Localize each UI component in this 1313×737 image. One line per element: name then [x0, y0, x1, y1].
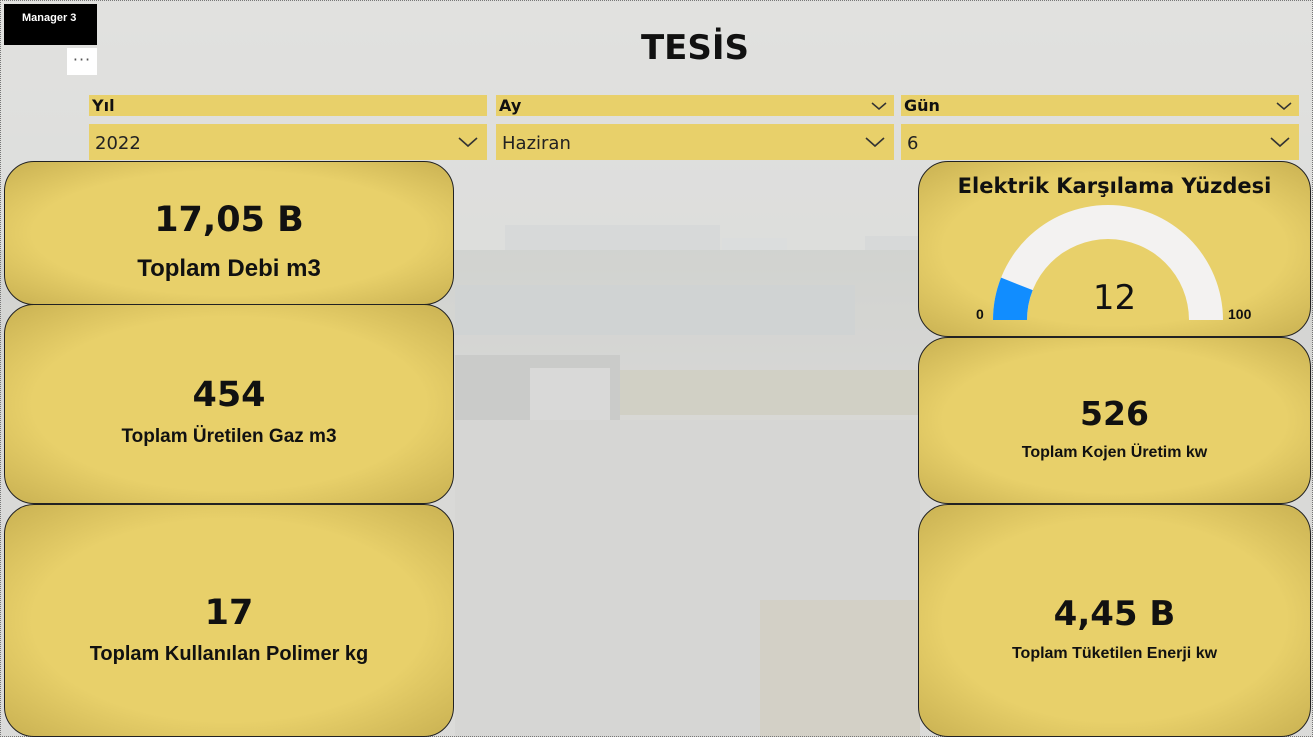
- kpi-card-enerji: 4,45 B Toplam Tüketilen Enerji kw: [918, 504, 1311, 737]
- kpi-card-debi: 17,05 B Toplam Debi m3: [4, 161, 454, 305]
- page-title: TESİS: [640, 28, 750, 68]
- kpi-label: Toplam Kojen Üretim kw: [1021, 444, 1208, 461]
- year-slicer-label: Yıl: [92, 96, 115, 115]
- month-dropdown[interactable]: Haziran: [496, 124, 894, 160]
- year-slicer-header: Yıl: [89, 95, 487, 116]
- day-slicer-header[interactable]: Gün: [901, 95, 1299, 116]
- year-dropdown-value: 2022: [95, 133, 141, 154]
- kpi-label: Toplam Tüketilen Enerji kw: [1011, 645, 1218, 662]
- chevron-down-icon: [1270, 137, 1290, 148]
- gauge-card: Elektrik Karşılama Yüzdesi 12 0 100: [918, 161, 1311, 337]
- kpi-card-gaz: 454 Toplam Üretilen Gaz m3: [4, 304, 454, 504]
- chevron-down-icon[interactable]: [1275, 97, 1293, 115]
- kpi-card-kojen: 526 Toplam Kojen Üretim kw: [918, 337, 1311, 504]
- month-slicer-header[interactable]: Ay: [496, 95, 894, 116]
- chevron-down-icon: [458, 137, 478, 148]
- chevron-down-icon: [865, 137, 885, 148]
- day-slicer-label: Gün: [904, 96, 940, 115]
- kpi-label: Toplam Debi m3: [137, 255, 321, 282]
- month-slicer-label: Ay: [499, 96, 522, 115]
- gauge-max-label: 100: [1228, 306, 1252, 322]
- kpi-value: 454: [192, 375, 266, 415]
- kpi-card-polimer: 17 Toplam Kullanılan Polimer kg: [4, 504, 454, 737]
- kpi-value: 17: [204, 593, 254, 633]
- month-dropdown-value: Haziran: [502, 133, 571, 154]
- chevron-down-icon[interactable]: [870, 97, 888, 115]
- kpi-value: 17,05 B: [154, 200, 304, 240]
- kpi-label: Toplam Kullanılan Polimer kg: [89, 643, 369, 665]
- gauge-min-label: 0: [976, 306, 984, 322]
- day-dropdown[interactable]: 6: [901, 124, 1299, 160]
- day-dropdown-value: 6: [907, 133, 919, 154]
- kpi-label: Toplam Üretilen Gaz m3: [121, 426, 337, 447]
- kpi-value: 526: [1080, 394, 1149, 433]
- year-dropdown[interactable]: 2022: [89, 124, 487, 160]
- kpi-value: 4,45 B: [1053, 594, 1176, 634]
